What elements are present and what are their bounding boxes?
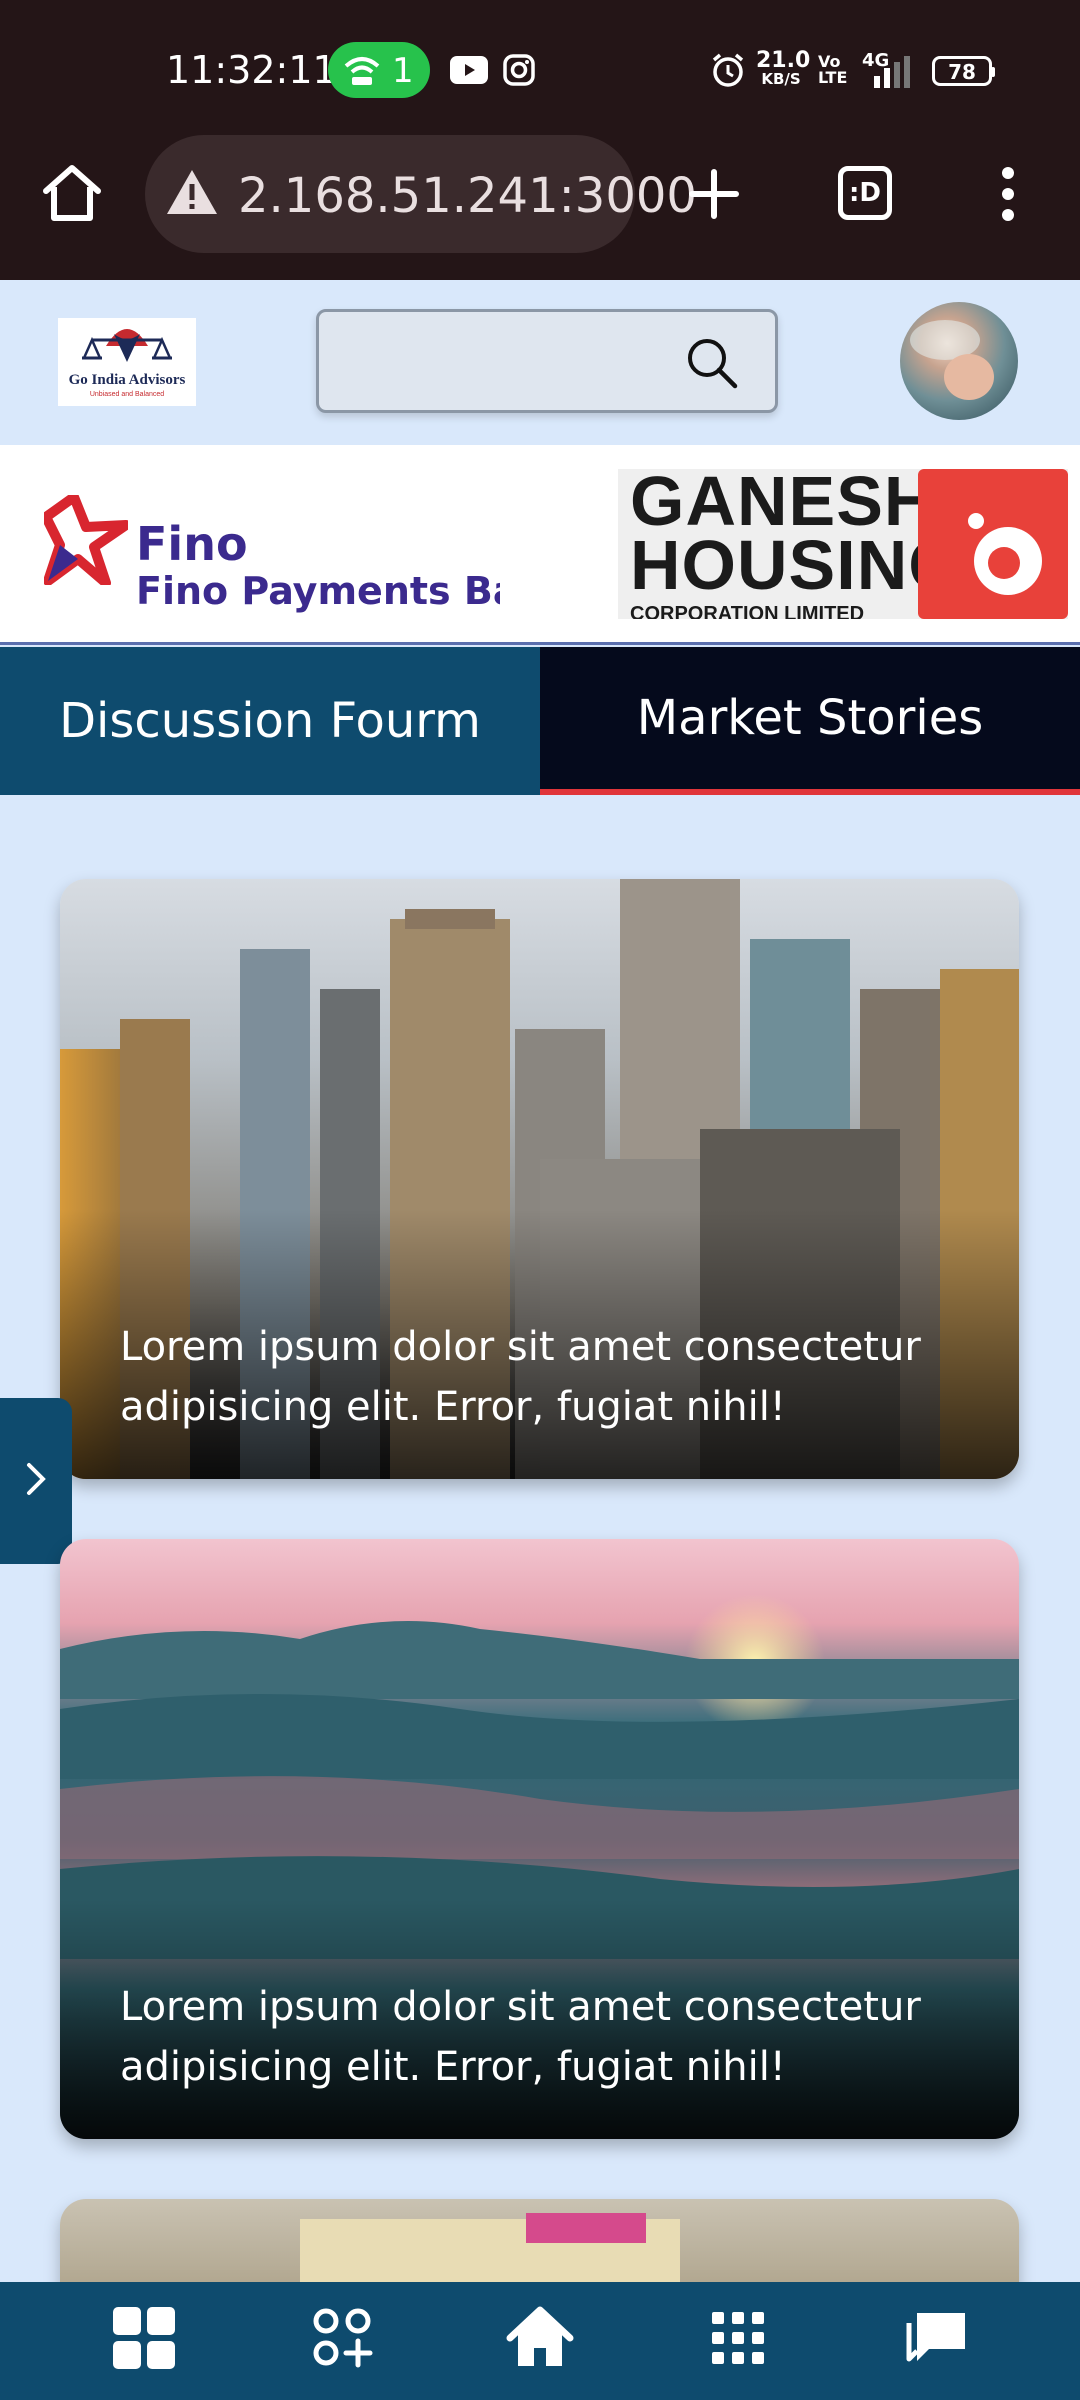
ad-banner[interactable]: Fino Fino Payments Bank GANESH HOUSING C…: [0, 445, 1080, 645]
ad2-line2: HOUSING: [630, 526, 964, 604]
battery-tip: [991, 67, 995, 77]
more-options-icon[interactable]: [996, 166, 1020, 227]
ad-fino[interactable]: Fino Fino Payments Bank: [0, 457, 500, 633]
nav-chat-button[interactable]: [896, 2300, 976, 2380]
net-speed: 21.0 KB/S: [756, 48, 811, 89]
net-speed-unit: KB/S: [761, 70, 801, 88]
ad1-name: Fino Payments Bank: [136, 569, 500, 613]
fino-star-logo-icon: [41, 492, 131, 590]
battery-level: 78: [948, 60, 976, 84]
url-text[interactable]: 2.168.51.241:3000: [238, 168, 697, 224]
status-bar: 11:32:11 1 21.0 KB/S Vo LTE 4G 78: [0, 0, 1080, 140]
volte-indicator: Vo LTE: [818, 54, 847, 86]
status-time: 11:32:11: [166, 48, 337, 92]
ad2-line3: CORPORATION LIMITED: [630, 603, 865, 619]
nav-add-widget-button[interactable]: [303, 2300, 383, 2380]
instagram-icon: [503, 54, 535, 91]
add-widget-icon: [312, 2307, 374, 2374]
home-button[interactable]: [40, 163, 104, 228]
ad-ganesh-housing[interactable]: GANESH HOUSING CORPORATION LIMITED: [618, 469, 1068, 619]
nav-home-button[interactable]: [500, 2300, 580, 2380]
signal-icon: [870, 54, 914, 93]
volte-line2: LTE: [818, 68, 848, 87]
tab-discussion-forum[interactable]: Discussion Fourm: [0, 647, 540, 795]
tab-market-stories-label: Market Stories: [636, 690, 984, 746]
battery-indicator: 78: [932, 56, 995, 86]
chevron-right-icon: [23, 1459, 49, 1504]
search-icon[interactable]: [685, 336, 739, 395]
avatar-face: [944, 354, 994, 400]
logo-title: Go India Advisors: [68, 372, 186, 388]
user-avatar[interactable]: [900, 302, 1018, 420]
story-card[interactable]: Lorem ipsum dolor sit amet consectetur a…: [60, 879, 1019, 1479]
home-icon: [506, 2306, 574, 2375]
story-caption: Lorem ipsum dolor sit amet consectetur a…: [120, 1324, 921, 1430]
alarm-icon: [710, 52, 746, 93]
chat-icon: [903, 2309, 969, 2372]
hotspot-count: 1: [392, 51, 414, 91]
apps-grid-icon: [710, 2310, 766, 2371]
tab-switcher-button[interactable]: :D: [838, 166, 892, 220]
hotspot-badge: 1: [328, 42, 430, 98]
tab-switcher-label: :D: [849, 178, 881, 208]
elephant-logo-icon: [918, 469, 1068, 619]
site-logo[interactable]: Go India Advisors Unbiased and Balanced: [58, 318, 196, 406]
nav-dashboard-button[interactable]: [104, 2300, 184, 2380]
tab-discussion-forum-label: Discussion Fourm: [59, 693, 481, 749]
new-tab-button[interactable]: [686, 166, 742, 227]
logo-tagline: Unbiased and Balanced: [89, 391, 165, 398]
story-caption: Lorem ipsum dolor sit amet consectetur a…: [120, 1984, 921, 2090]
scales-bull-logo-icon: [82, 329, 172, 362]
card-image-sign: [526, 2213, 646, 2243]
hotspot-icon: [342, 50, 382, 95]
tab-market-stories[interactable]: Market Stories: [540, 647, 1080, 795]
search-input[interactable]: [316, 309, 778, 413]
not-secure-warning-icon[interactable]: [165, 168, 219, 221]
story-card[interactable]: Lorem ipsum dolor sit amet consectetur a…: [60, 1539, 1019, 2139]
youtube-icon: [450, 56, 488, 89]
dashboard-icon: [111, 2305, 177, 2376]
nav-apps-button[interactable]: [698, 2300, 778, 2380]
ad1-brand: Fino: [136, 517, 248, 571]
net-speed-value: 21.0: [756, 48, 811, 73]
